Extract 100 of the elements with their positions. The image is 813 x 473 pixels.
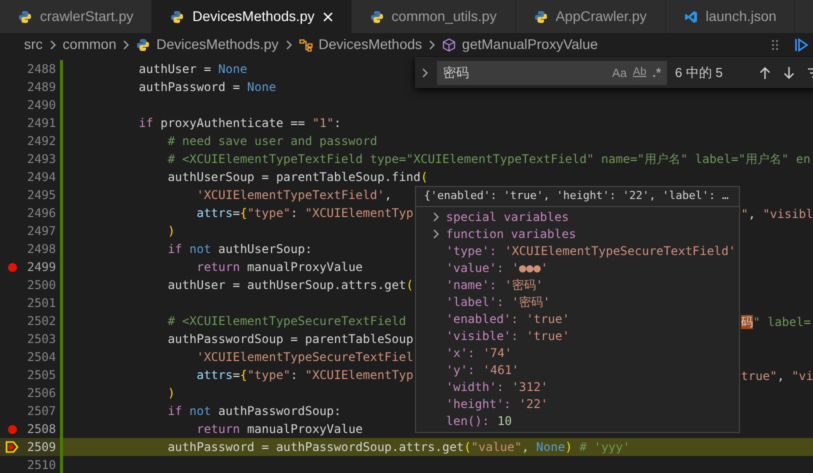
variable-name: len():: [446, 413, 490, 430]
variable-value: '312': [512, 379, 548, 396]
code-line: authPassword = authPasswordSoup.attrs.get("value", None) # 'yyy': [166, 439, 630, 456]
variable-group[interactable]: function variables: [446, 225, 576, 243]
variable-value: 'XCUIElementTypeSecureTextField': [504, 243, 736, 260]
line-number: 2497: [27, 223, 56, 240]
code-line: # <XCUIElementTypeSecureTextField: [166, 313, 406, 330]
ribbon-icon: [684, 10, 698, 24]
variable-name: 'enabled':: [446, 311, 518, 328]
code-line: if not authPasswordSoup:: [166, 403, 342, 420]
editor-tab[interactable]: common_utils.py: [352, 0, 516, 33]
hover-header: {'enabled': 'true', 'height': '22', 'label': …: [416, 187, 739, 206]
editor-tab[interactable]: DevicesMethods.py: [152, 0, 352, 33]
chevron-icon: [48, 40, 57, 50]
line-number: 2491: [27, 115, 56, 132]
code-fragment: true", "vi: [741, 368, 813, 385]
variable-value: 'true': [526, 328, 570, 345]
line-number: 2504: [27, 349, 56, 366]
breadcrumb-item[interactable]: DevicesMethods.py: [156, 34, 279, 55]
chevron-icon: [122, 40, 130, 50]
code-line: return manualProxyValue: [196, 259, 363, 276]
python-icon: [136, 38, 150, 52]
line-number: 2498: [27, 241, 56, 258]
line-number: 2494: [27, 169, 56, 186]
line-number: 2495: [27, 187, 56, 204]
variable-name: 'visible':: [446, 328, 518, 345]
expand-chevron-icon[interactable]: [421, 68, 429, 78]
variable-group[interactable]: special variables: [446, 208, 569, 226]
code-line: if not authUserSoup:: [166, 241, 312, 258]
class-icon: [298, 38, 313, 52]
code-fragment: ", "visibl: [741, 206, 813, 223]
variable-value: '461': [482, 362, 520, 379]
breakpoint-icon[interactable]: [8, 262, 16, 272]
chevron-icon: [284, 40, 293, 50]
code-line: ): [166, 223, 175, 240]
code-line: authUserSoup = parentTableSoup.find(: [166, 169, 428, 186]
variable-value: 'true': [526, 311, 570, 328]
python-icon: [170, 10, 184, 24]
drag-handle-icon[interactable]: [771, 38, 779, 50]
breadcrumb-item[interactable]: src: [24, 34, 43, 55]
whole-word-toggle[interactable]: Ab: [632, 64, 646, 81]
breadcrumb-item[interactable]: DevicesMethods: [318, 34, 422, 55]
python-icon: [370, 10, 384, 24]
variable-value: 10: [497, 413, 512, 430]
line-number: 2510: [27, 457, 56, 473]
line-number: 2506: [27, 385, 56, 402]
line-number: 2496: [27, 205, 56, 222]
variable-value: '●●●': [512, 260, 548, 277]
line-number: 2488: [27, 61, 56, 78]
line-number: 2508: [27, 421, 56, 438]
code-line: attrs={"type": "XCUIElementTyp: [196, 367, 414, 384]
cube-icon: [442, 38, 456, 52]
line-number: 2502: [27, 313, 56, 330]
line-number: 2500: [27, 277, 56, 294]
close-icon[interactable]: [322, 12, 333, 22]
chevron-icon: [428, 40, 436, 50]
editor-tab[interactable]: crawlerStart.py: [0, 0, 152, 33]
variable-name: 'name':: [446, 277, 497, 294]
code-fragment: 码" label=: [741, 314, 811, 331]
editor-tab[interactable]: AppCrawler.py: [516, 0, 666, 33]
python-icon: [18, 10, 32, 24]
code-line: authPassword = None: [138, 79, 276, 96]
variable-value: '74': [482, 345, 512, 362]
breadcrumb-item[interactable]: common: [62, 34, 116, 55]
up-arrow-icon[interactable]: [759, 66, 771, 80]
variable-name: 'label':: [446, 294, 504, 311]
regex-toggle[interactable]: .*: [652, 62, 661, 82]
variable-name: 'type':: [446, 243, 497, 260]
variable-value: '密码': [512, 294, 550, 311]
variable-name: 'y':: [446, 362, 475, 379]
line-number: 2490: [27, 97, 56, 114]
line-number: 2489: [27, 79, 56, 96]
line-number: 2509: [27, 439, 56, 456]
code-line: attrs={"type": "XCUIElementTyp: [196, 205, 414, 222]
search-field[interactable]: 密码 Aa Ab .*: [437, 60, 667, 84]
code-line: 'XCUIElementTypeSecureTextFiel: [196, 349, 414, 366]
python-icon: [534, 10, 548, 24]
down-arrow-icon[interactable]: [783, 66, 795, 80]
line-number: 2493: [27, 151, 56, 168]
code-line: 'XCUIElementTypeTextField',: [196, 187, 392, 204]
variable-value: '22': [519, 396, 548, 413]
code-line: # need save user and password: [166, 133, 378, 150]
line-number: 2492: [27, 133, 56, 150]
variable-name: 'value':: [446, 260, 504, 277]
line-number: 2505: [27, 367, 56, 384]
breadcrumb-item[interactable]: getManualProxyValue: [462, 34, 598, 55]
variable-name: 'x':: [446, 345, 475, 362]
match-count: 6 中的 5: [675, 64, 724, 82]
code-line: authUser = None: [138, 61, 248, 78]
editor-tab[interactable]: launch.json: [666, 0, 796, 33]
code-line: if proxyAuthenticate == "1":: [138, 115, 342, 132]
match-case-toggle[interactable]: Aa: [612, 64, 627, 82]
continue-icon[interactable]: [795, 38, 809, 52]
line-number: 2507: [27, 403, 56, 420]
code-line: authUser = authUserSoup.attrs.get(: [166, 277, 414, 294]
code-line: # <XCUIElementTypeTextField type="XCUIElementTypeTextField" name="用户名" label="用户名" en: [166, 151, 810, 168]
code-line: return manualProxyValue: [196, 421, 363, 438]
line-number: 2501: [27, 295, 56, 312]
code-line: ): [166, 385, 175, 402]
breakpoint-icon[interactable]: [8, 424, 16, 434]
